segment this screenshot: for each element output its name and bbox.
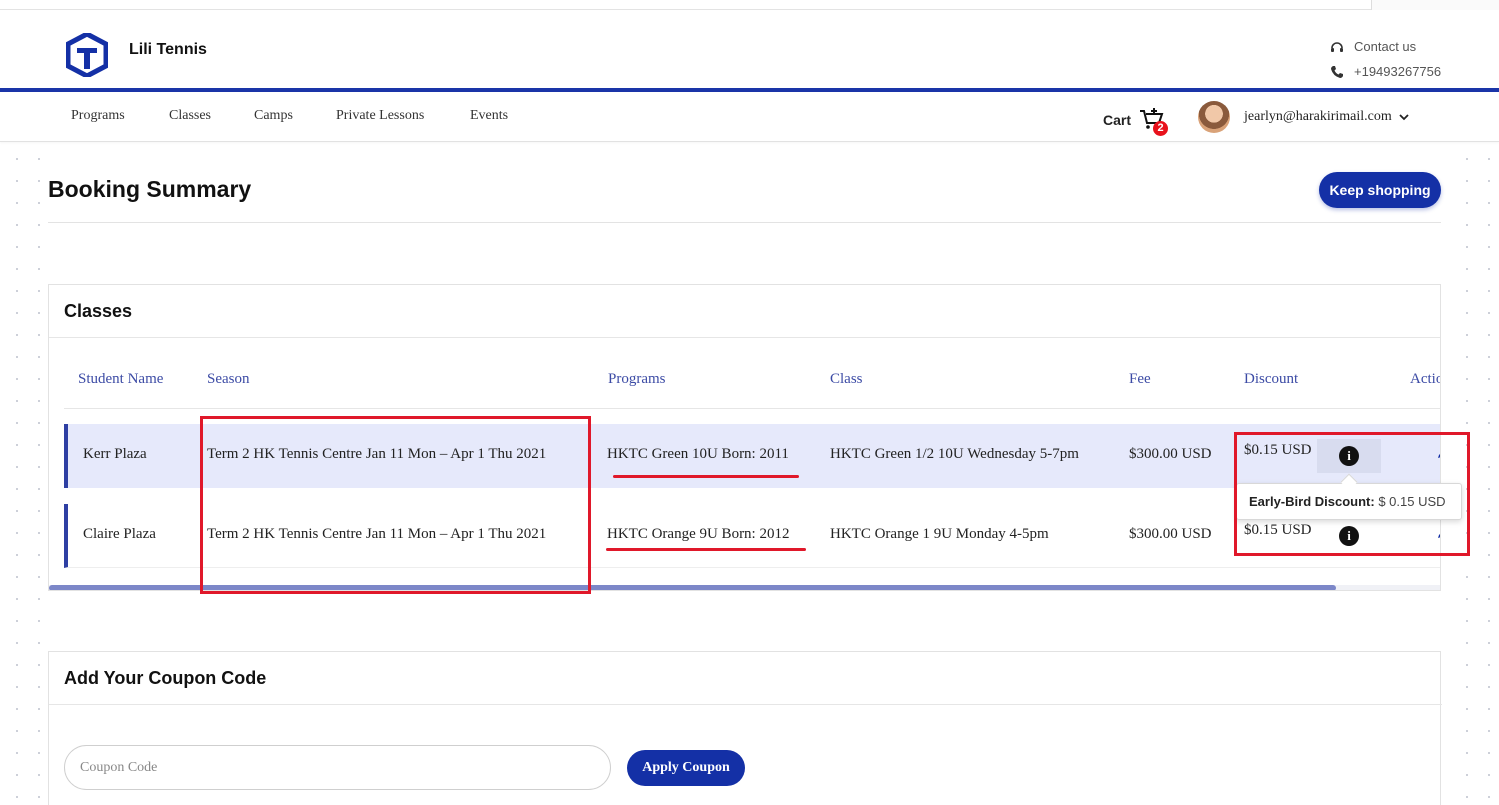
- contact-us-link[interactable]: Contact us: [1330, 34, 1441, 59]
- discount: $0.15 USD: [1244, 522, 1312, 538]
- browser-strip-segment: [1371, 0, 1499, 10]
- brand-name[interactable]: Lili Tennis: [129, 41, 207, 59]
- coupon-divider: [49, 704, 1442, 705]
- coupon-code-input[interactable]: [64, 745, 611, 790]
- coupon-card: Add Your Coupon Code Apply Coupon: [48, 651, 1442, 805]
- phone-number: +19493267756: [1354, 64, 1442, 79]
- phone-icon: [1331, 65, 1343, 78]
- classes-title: Classes: [64, 301, 133, 321]
- coupon-title: Add Your Coupon Code: [64, 668, 267, 688]
- col-class: Class: [830, 371, 863, 387]
- browser-top-strip: [0, 0, 1499, 10]
- phone-link[interactable]: +19493267756: [1330, 59, 1441, 84]
- apply-coupon-button[interactable]: Apply Coupon: [627, 750, 745, 786]
- col-programs: Programs: [608, 371, 666, 387]
- info-icon: i: [1339, 446, 1359, 466]
- user-email: jearlyn@harakirimail.com: [1244, 109, 1392, 124]
- chevron-down-icon: [1399, 114, 1409, 121]
- keep-shopping-button[interactable]: Keep shopping: [1319, 172, 1441, 208]
- decorative-dots-left: [0, 142, 40, 805]
- title-divider: [48, 222, 1441, 223]
- page-title: Booking Summary: [48, 176, 252, 202]
- horizontal-scrollbar-thumb[interactable]: [49, 585, 1336, 590]
- tooltip-label: Early-Bird Discount:: [1249, 494, 1375, 509]
- nav-private-lessons[interactable]: Private Lessons: [336, 108, 424, 124]
- season: Term 2 HK Tennis Centre Jan 11 Mon – Apr…: [207, 446, 547, 462]
- class-name: HKTC Green 1/2 10U Wednesday 5-7pm: [830, 446, 1079, 462]
- fee: $300.00 USD: [1129, 526, 1212, 542]
- nav-programs[interactable]: Programs: [71, 108, 125, 124]
- col-fee: Fee: [1129, 371, 1151, 387]
- user-avatar[interactable]: [1198, 101, 1230, 133]
- headset-icon: [1331, 41, 1343, 52]
- main-nav: Programs Classes Camps Private Lessons E…: [0, 92, 1499, 142]
- cart-button[interactable]: Cart 2: [1103, 107, 1169, 136]
- annotation-underline-program-1: [613, 475, 799, 478]
- student-name: Claire Plaza: [83, 526, 156, 542]
- season: Term 2 HK Tennis Centre Jan 11 Mon – Apr…: [207, 526, 547, 542]
- nav-events[interactable]: Events: [470, 108, 508, 124]
- contact-us-label: Contact us: [1354, 39, 1417, 54]
- class-name: HKTC Orange 1 9U Monday 4-5pm: [830, 526, 1049, 542]
- student-name: Kerr Plaza: [83, 446, 147, 462]
- discount-info-button[interactable]: i: [1317, 519, 1381, 553]
- table-header-divider: [64, 408, 1440, 409]
- discount: $0.15 USD: [1244, 442, 1312, 458]
- discount-info-button[interactable]: i: [1317, 439, 1381, 473]
- classes-card: Classes Student Name Season Programs Cla…: [48, 284, 1441, 591]
- table-row: Claire Plaza Term 2 HK Tennis Centre Jan…: [64, 504, 1441, 568]
- annotation-underline-program-2: [606, 548, 806, 551]
- card-divider: [49, 337, 1440, 338]
- contact-block: Contact us +19493267756: [1330, 34, 1441, 84]
- fee: $300.00 USD: [1129, 446, 1212, 462]
- info-icon: i: [1339, 526, 1359, 546]
- col-discount: Discount: [1244, 371, 1299, 387]
- col-actions: Actio: [1410, 371, 1441, 387]
- col-student-name: Student Name: [78, 371, 164, 387]
- user-menu-toggle[interactable]: jearlyn@harakirimail.com: [1244, 109, 1410, 125]
- program: HKTC Orange 9U Born: 2012: [607, 526, 790, 542]
- edit-icon[interactable]: [1436, 446, 1441, 460]
- edit-icon[interactable]: [1436, 526, 1441, 540]
- tooltip-value: $ 0.15 USD: [1378, 494, 1446, 509]
- cart-label: Cart: [1103, 112, 1132, 128]
- decorative-dots-right: [1448, 142, 1499, 805]
- cart-count-badge: 2: [1153, 121, 1169, 136]
- table-row: Kerr Plaza Term 2 HK Tennis Centre Jan 1…: [64, 424, 1441, 488]
- program: HKTC Green 10U Born: 2011: [607, 446, 789, 462]
- nav-camps[interactable]: Camps: [254, 108, 293, 124]
- logo-icon[interactable]: [66, 33, 108, 77]
- col-season: Season: [207, 371, 250, 387]
- cart-icon: 2: [1139, 107, 1169, 136]
- site-header: Lili Tennis Contact us +19493267756: [0, 11, 1499, 89]
- nav-classes[interactable]: Classes: [169, 108, 211, 124]
